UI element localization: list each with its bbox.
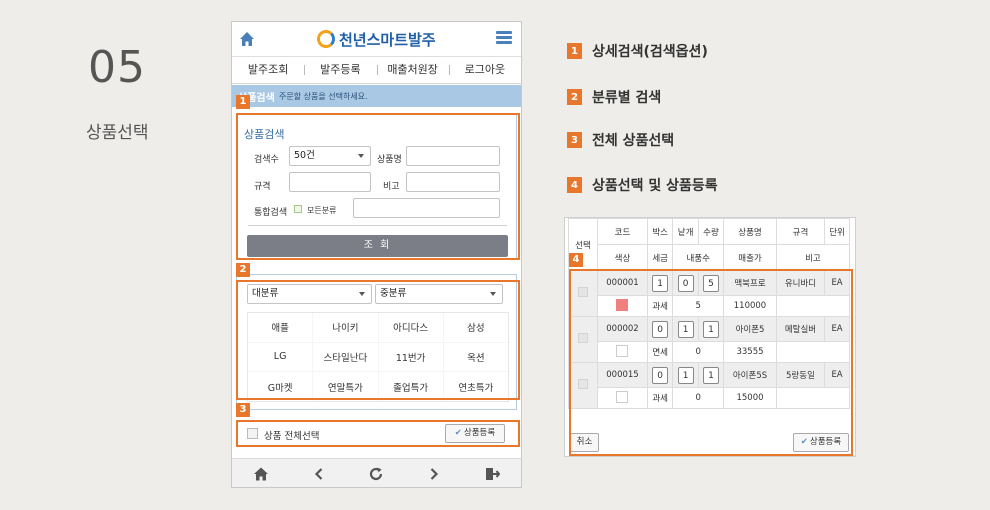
- column-header: 내품수: [672, 244, 725, 271]
- column-header: 박스: [646, 218, 674, 245]
- step-number: 05: [88, 42, 146, 93]
- section-hint: 주문할 상품을 선택하세요.: [279, 92, 368, 101]
- column-header: 세금: [646, 244, 674, 271]
- callout-box-3: [236, 420, 520, 447]
- nav-logout[interactable]: 로그아웃: [448, 57, 521, 83]
- main-nav: 발주조회 발주등록 매출처원장 로그아웃: [232, 57, 521, 84]
- callout-number-3: 3: [236, 403, 250, 417]
- legend-text: 상품선택 및 상품등록: [592, 178, 718, 194]
- forward-icon[interactable]: [424, 464, 444, 484]
- legend-text: 상세검색(검색옵션): [592, 44, 708, 60]
- nav-order-list[interactable]: 발주조회: [232, 57, 304, 83]
- refresh-icon[interactable]: [366, 464, 386, 484]
- back-icon[interactable]: [309, 464, 329, 484]
- step-title: 상품선택: [86, 123, 149, 143]
- legend-item-3: 3 전체 상품선택: [567, 131, 674, 149]
- column-header: 단위: [824, 218, 850, 245]
- callout-box-2: [236, 280, 520, 400]
- menu-icon[interactable]: [496, 31, 512, 45]
- column-header: 색상: [597, 244, 648, 271]
- legend-item-2: 2 분류별 검색: [567, 88, 661, 106]
- callout-number-1: 1: [236, 95, 250, 109]
- legend-number: 2: [567, 89, 582, 105]
- brand-name: 천년스마트발주: [339, 30, 436, 49]
- home-icon[interactable]: [251, 464, 271, 484]
- legend-text: 전체 상품선택: [592, 133, 675, 149]
- column-header: 비고: [775, 244, 851, 271]
- section-header: 상품검색 주문할 상품을 선택하세요.: [232, 85, 521, 107]
- logo-mark-icon: [317, 30, 335, 48]
- column-header: 상품명: [723, 218, 777, 245]
- column-header: 코드: [597, 218, 648, 245]
- home-icon[interactable]: [239, 31, 255, 47]
- callout-number-4: 4: [569, 253, 583, 267]
- app-logo: 천년스마트발주: [317, 28, 436, 50]
- legend-number: 1: [567, 43, 582, 59]
- legend-number: 4: [567, 177, 582, 193]
- callout-box-1: [236, 113, 520, 260]
- column-header: 규격: [775, 218, 826, 245]
- nav-order-register[interactable]: 발주등록: [304, 57, 376, 83]
- column-header: 낱개: [672, 218, 699, 245]
- nav-sales-ledger[interactable]: 매출처원장: [376, 57, 449, 83]
- top-bar: 천년스마트발주: [232, 22, 521, 57]
- exit-icon[interactable]: [482, 464, 502, 484]
- column-header: 매출가: [723, 244, 777, 271]
- legend-text: 분류별 검색: [592, 90, 662, 106]
- callout-box-4: [569, 269, 853, 456]
- legend-number: 3: [567, 132, 582, 148]
- legend-item-4: 4 상품선택 및 상품등록: [567, 176, 718, 194]
- legend-item-1: 1 상세검색(검색옵션): [567, 42, 708, 60]
- callout-number-2: 2: [236, 263, 250, 277]
- column-header: 수량: [697, 218, 725, 245]
- bottom-toolbar: [232, 458, 521, 487]
